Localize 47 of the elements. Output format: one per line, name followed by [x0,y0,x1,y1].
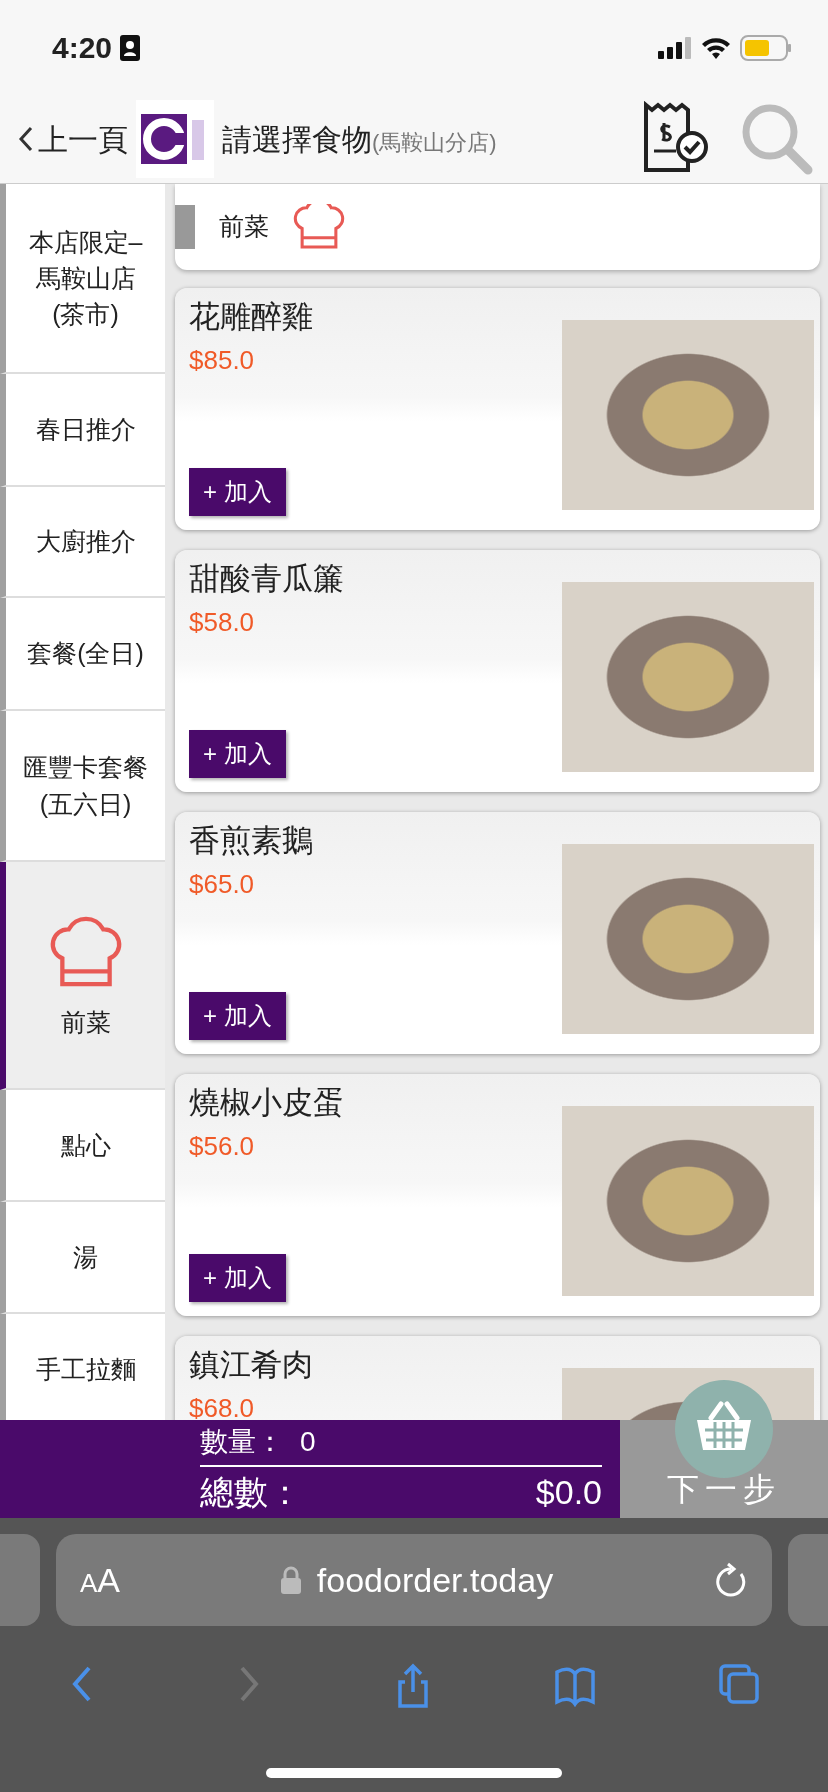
status-time: 4:20 [52,30,113,66]
category-tab[interactable]: 春日推介 [0,374,165,487]
dish-name: 甜酸青瓜簾 [189,560,345,598]
reload-icon[interactable] [714,1562,748,1598]
dish-name: 鎮江肴肉 [189,1346,314,1384]
dish-name: 燒椒小皮蛋 [189,1084,345,1122]
category-tab[interactable]: 套餐(全日) [0,598,165,711]
previous-tab-preview[interactable] [0,1534,40,1626]
category-tab[interactable]: 點心 [0,1090,165,1202]
dish-price: $58.0 [189,606,256,640]
dish-price: $85.0 [189,344,256,378]
page-title: 請選擇食物 [222,121,372,158]
back-button[interactable]: 上一頁 [18,116,128,162]
chef-hat-icon [293,204,345,250]
text-size-button[interactable]: AA [80,1554,121,1606]
signal-icon [658,36,692,59]
url-text: foodorder.today [316,1559,554,1601]
category-tab[interactable]: 湯 [0,1202,165,1314]
category-tab[interactable]: 大廚推介 [0,487,165,598]
quantity-value: 0 [300,1424,316,1459]
add-button[interactable]: + 加入 [189,468,286,516]
id-card-icon [120,34,141,61]
section-marker [175,205,195,249]
search-icon[interactable] [740,102,814,176]
dish-price: $56.0 [189,1130,256,1164]
address-bar[interactable]: AA foodorder.today [56,1534,772,1626]
lock-icon [280,1566,301,1594]
dish-price: $68.0 [189,1392,256,1420]
quantity-label: 數量： [200,1424,284,1459]
chevron-left-icon [18,126,34,152]
battery-icon [740,34,792,61]
category-tab[interactable]: 手工拉麵 [0,1314,165,1420]
add-button[interactable]: + 加入 [189,992,286,1040]
category-tab[interactable]: 前菜 [0,862,165,1090]
branch-name: (馬鞍山分店) [372,128,497,157]
total-label: 總數： [200,1471,302,1513]
total-value: $0.0 [535,1471,602,1513]
add-button[interactable]: + 加入 [189,1254,286,1302]
category-tab[interactable]: 匯豐卡套餐(五六日) [0,711,165,862]
dish-name: 花雕醉雞 [189,298,314,336]
dish-price: $65.0 [189,868,256,902]
dish-name: 香煎素鵝 [189,822,314,860]
category-title: 前菜 [219,211,269,243]
next-tab-preview[interactable] [788,1534,828,1626]
wifi-icon [700,35,732,60]
category-tab[interactable]: 本店限定–馬鞍山店(茶市) [0,184,165,374]
add-button[interactable]: + 加入 [189,730,286,778]
